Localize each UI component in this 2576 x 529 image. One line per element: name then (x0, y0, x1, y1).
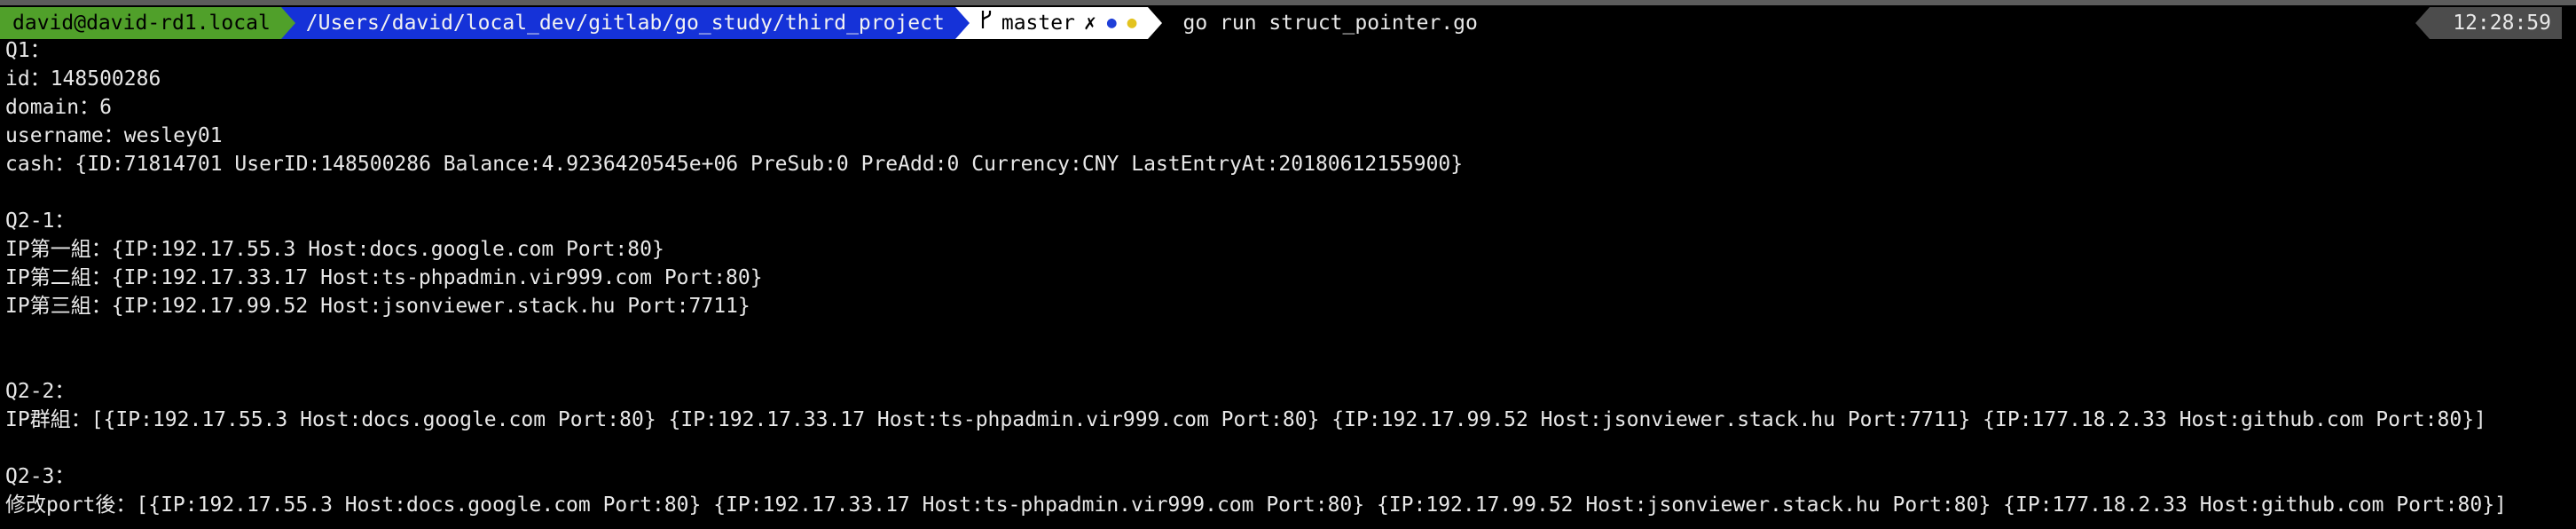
output-line: Q2-1： (5, 209, 75, 233)
prompt-path: /Users/david/local_dev/gitlab/go_study/t… (305, 12, 945, 35)
output-line: username：wesley01 (5, 124, 223, 147)
time-display: 12:28:59 (2430, 7, 2562, 39)
output-line: Q2-3： (5, 465, 75, 488)
git-dirty-mark: ✗ (1083, 12, 1096, 35)
output-line: domain：6 (5, 96, 112, 119)
terminal-output: Q1： id：148500286 domain：6 username：wesley01… (5, 36, 2576, 519)
output-line: IP第一組：{IP:192.17.55.3 Host:docs.google.c… (5, 238, 664, 261)
command-text: go run struct_pointer.go (1182, 12, 1478, 35)
powerline-separator (1147, 7, 1162, 39)
window-top-border (0, 0, 2576, 5)
output-line: Q1： (5, 39, 51, 62)
git-status-dot-icon: ● (1106, 13, 1117, 32)
output-line: IP第三組：{IP:192.17.99.52 Host:jsonviewer.s… (5, 295, 750, 318)
powerline-separator (2415, 7, 2431, 39)
output-line: 修改port後：[{IP:192.17.55.3 Host:docs.googl… (5, 493, 2507, 517)
shell-prompt: david@david-rd1.local /Users/david/local… (0, 7, 1478, 39)
git-status-dot-icon: ● (1127, 13, 1137, 32)
git-branch-name: master (1001, 12, 1075, 35)
powerline-separator (954, 7, 970, 39)
output-line: cash：{ID:71814701 UserID:148500286 Balan… (5, 153, 1464, 176)
prompt-host-segment: david@david-rd1.local (0, 7, 281, 39)
prompt-host: david@david-rd1.local (12, 12, 271, 35)
prompt-git-segment: master ✗ ● ● (969, 7, 1148, 39)
git-branch-icon (980, 7, 993, 39)
output-line: id：148500286 (5, 67, 161, 91)
output-line: IP第二組：{IP:192.17.33.17 Host:ts-phpadmin.… (5, 266, 763, 289)
prompt-path-segment: /Users/david/local_dev/gitlab/go_study/t… (295, 7, 955, 39)
output-line: IP群組：[{IP:192.17.55.3 Host:docs.google.c… (5, 408, 2486, 431)
output-line: Q2-2： (5, 380, 75, 403)
right-prompt: 12:28:59 (2415, 7, 2562, 39)
powerline-separator (280, 7, 295, 39)
